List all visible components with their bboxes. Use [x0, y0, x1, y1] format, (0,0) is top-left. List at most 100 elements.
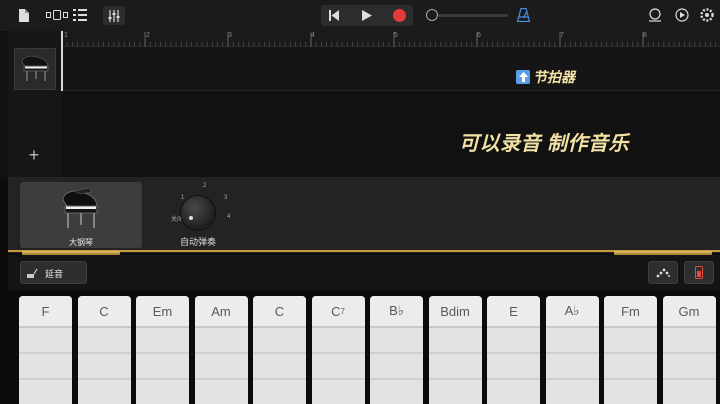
bar-label: 5	[394, 32, 398, 39]
chord-label[interactable]: E	[487, 296, 540, 328]
chord-segment[interactable]	[662, 354, 716, 380]
chord-segment[interactable]	[19, 328, 72, 354]
sustain-button[interactable]: 延音	[20, 261, 87, 284]
chord-segment[interactable]	[77, 328, 131, 354]
chord-strip[interactable]: C	[77, 296, 131, 404]
chord-strip[interactable]: Am	[194, 296, 248, 404]
add-track-button[interactable]: +	[22, 145, 46, 166]
chord-label[interactable]: Em	[136, 296, 189, 328]
chord-segment[interactable]	[77, 380, 131, 404]
chord-segment[interactable]	[253, 380, 306, 404]
document-icon[interactable]	[18, 9, 29, 22]
rewind-icon[interactable]	[329, 10, 339, 21]
chord-strip[interactable]: F	[19, 296, 72, 404]
chord-label[interactable]: F	[19, 296, 72, 328]
chord-root: E	[509, 303, 518, 319]
loop-icon[interactable]	[648, 8, 662, 22]
chord-segment[interactable]	[311, 354, 365, 380]
chord-segment[interactable]	[19, 354, 72, 380]
chord-segment[interactable]	[370, 328, 423, 354]
ruler-ticks	[62, 32, 717, 47]
metronome-icon[interactable]	[517, 8, 530, 22]
chord-segment[interactable]	[19, 380, 72, 404]
chord-segment[interactable]	[194, 354, 248, 380]
chord-segment[interactable]	[487, 380, 540, 404]
chord-label[interactable]: C	[77, 296, 131, 328]
chord-segment[interactable]	[194, 380, 248, 404]
playhead[interactable]	[61, 31, 63, 91]
chord-root: Am	[211, 303, 231, 319]
chord-segment[interactable]	[194, 328, 248, 354]
chord-segment[interactable]	[253, 328, 306, 354]
toolbar	[0, 0, 720, 31]
chord-segment[interactable]	[662, 328, 716, 354]
chord-segment[interactable]	[545, 380, 599, 404]
autoplay-knob[interactable]	[180, 195, 216, 231]
chord-segment[interactable]	[428, 380, 482, 404]
chord-segment[interactable]	[253, 354, 306, 380]
chord-segment[interactable]	[311, 380, 365, 404]
track-lane[interactable]	[62, 47, 720, 91]
chord-strip[interactable]: Bdim	[428, 296, 482, 404]
volume-slider[interactable]	[426, 8, 508, 22]
chord-segment[interactable]	[311, 328, 365, 354]
settings-icon[interactable]	[700, 8, 714, 22]
chord-label[interactable]: A♭	[545, 296, 599, 328]
chord-segment[interactable]	[77, 354, 131, 380]
chord-strip[interactable]: B♭	[370, 296, 423, 404]
chord-segment[interactable]	[370, 380, 423, 404]
view-toggle-icon[interactable]	[46, 9, 68, 21]
chord-segment[interactable]	[136, 328, 189, 354]
chord-label[interactable]: Am	[194, 296, 248, 328]
chord-root: B♭	[389, 303, 404, 318]
mixer-icon[interactable]	[103, 6, 125, 25]
instrument-name: 大钢琴	[69, 238, 93, 247]
bar-label: 6	[477, 32, 481, 39]
timeline-ruler[interactable]: 1 2 3 4 5 6 7 8	[62, 31, 720, 47]
chord-segment[interactable]	[487, 328, 540, 354]
chord-strip[interactable]: Em	[136, 296, 189, 404]
chord-strip[interactable]: E	[487, 296, 540, 404]
device-settings-button[interactable]	[684, 261, 714, 284]
instrument-card[interactable]: 大钢琴	[20, 182, 142, 248]
chord-segment[interactable]	[545, 354, 599, 380]
sustain-pedal-icon	[27, 268, 38, 278]
chord-segment[interactable]	[136, 354, 189, 380]
volume-thumb[interactable]	[426, 9, 438, 21]
chord-label[interactable]: C	[253, 296, 306, 328]
chord-label[interactable]: Gm	[662, 296, 716, 328]
chord-segment[interactable]	[662, 380, 716, 404]
tracks-list-icon[interactable]	[73, 9, 87, 21]
bar-label: 3	[228, 32, 232, 39]
play-icon[interactable]	[362, 10, 372, 21]
track-header-piano[interactable]	[14, 48, 56, 90]
chord-segment[interactable]	[428, 354, 482, 380]
chord-label[interactable]: Bdim	[428, 296, 482, 328]
up-arrow-icon	[516, 70, 530, 84]
tempo-icon[interactable]	[675, 8, 689, 22]
autoplay-label: 自动弹奏	[179, 237, 216, 247]
chord-strip[interactable]: Gm	[662, 296, 716, 404]
sustain-label: 延音	[45, 269, 64, 279]
chord-segment[interactable]	[604, 380, 657, 404]
chord-segment[interactable]	[545, 328, 599, 354]
chord-strip[interactable]: C7	[311, 296, 365, 404]
chord-segment[interactable]	[487, 354, 540, 380]
chord-segment[interactable]	[604, 328, 657, 354]
chord-segment[interactable]	[136, 380, 189, 404]
chord-label[interactable]: B♭	[370, 296, 423, 328]
chord-strip[interactable]: C	[253, 296, 306, 404]
chord-strip[interactable]: A♭	[545, 296, 599, 404]
chord-label[interactable]: Fm	[604, 296, 657, 328]
chord-segment[interactable]	[604, 354, 657, 380]
metronome-badge: 节拍器	[516, 67, 575, 87]
record-icon[interactable]	[392, 8, 407, 23]
chord-strip[interactable]: Fm	[604, 296, 657, 404]
chord-root: F	[41, 303, 50, 319]
chord-segment[interactable]	[428, 328, 482, 354]
arpeggiator-button[interactable]	[648, 261, 678, 284]
grand-piano-icon	[21, 55, 49, 81]
chord-label[interactable]: C7	[311, 296, 365, 328]
transport-controls	[321, 5, 413, 26]
chord-segment[interactable]	[370, 354, 423, 380]
